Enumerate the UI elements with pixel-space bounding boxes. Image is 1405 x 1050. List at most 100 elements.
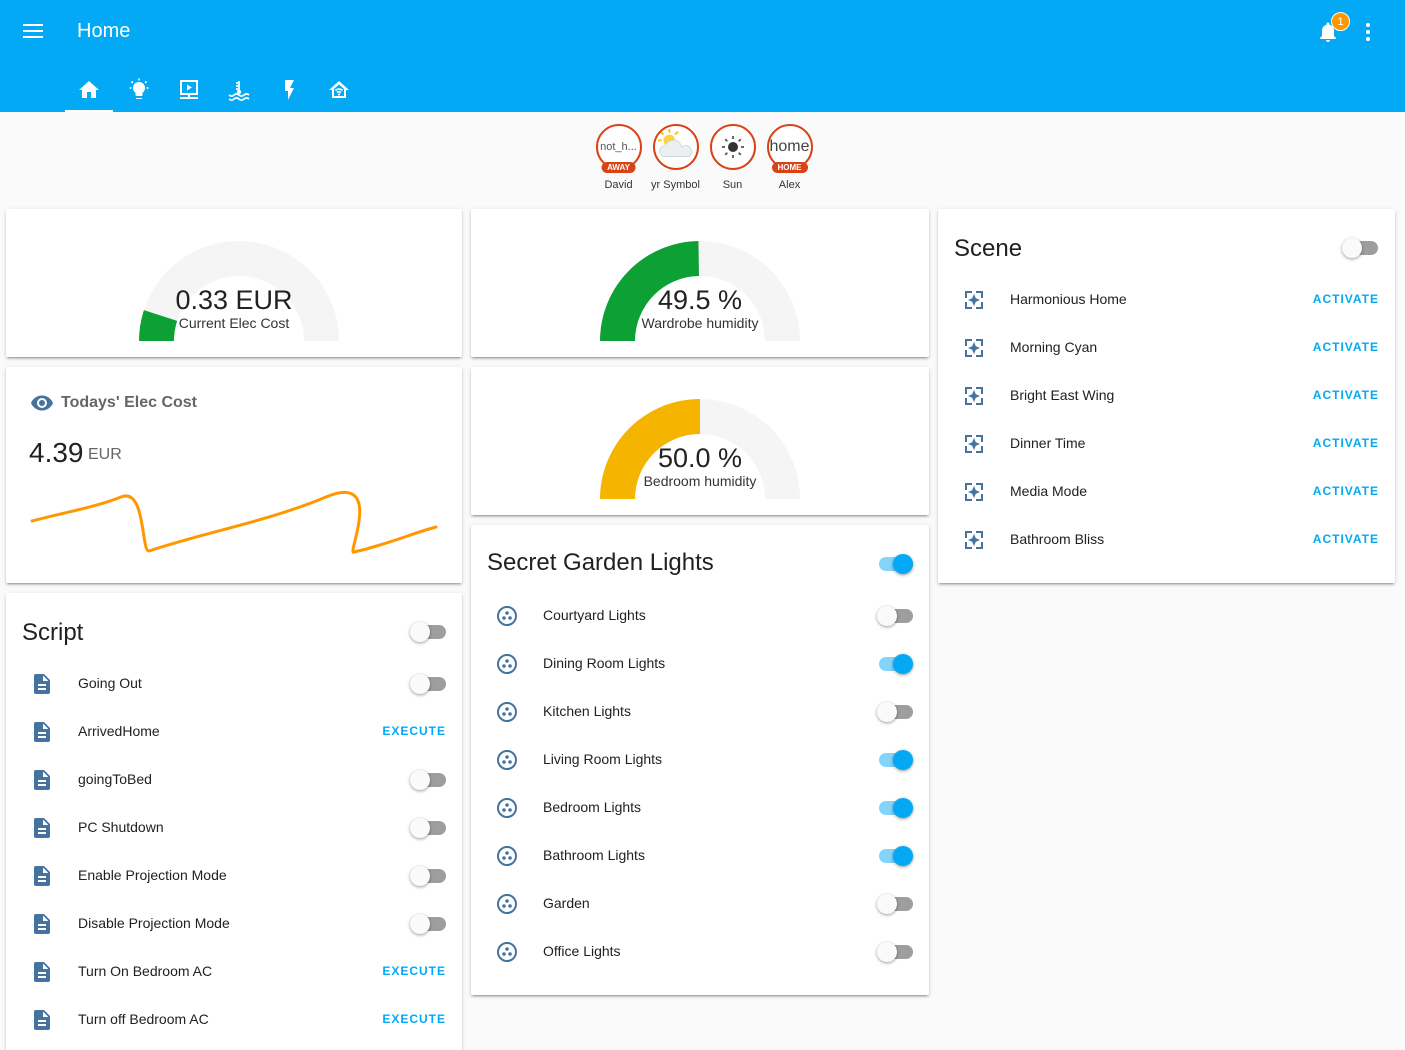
entity-toggle[interactable]	[410, 818, 446, 838]
light-icon	[497, 894, 517, 914]
row-icon	[495, 748, 519, 772]
eye-icon	[31, 395, 53, 411]
list-item: Kitchen Lights	[471, 688, 929, 736]
light-icon	[497, 798, 517, 818]
entity-action-button[interactable]: EXECUTE	[382, 724, 446, 738]
entity-toggle[interactable]	[410, 914, 446, 934]
list-item: Turn off Bedroom AC EXECUTE	[6, 996, 462, 1044]
gauge-value: 0.33 EUR	[175, 285, 293, 315]
entity-toggle[interactable]	[877, 846, 913, 866]
entity-toggle[interactable]	[877, 750, 913, 770]
badge-sun[interactable]: Sun	[704, 124, 761, 191]
script-master-toggle[interactable]	[410, 622, 446, 642]
script-icon	[34, 818, 50, 838]
row-icon	[495, 796, 519, 820]
entity-action-button[interactable]: ACTIVATE	[1313, 292, 1379, 306]
gauge-card-elec-cost[interactable]: 0.33 EUR Current Elec Cost	[6, 209, 462, 357]
page-title: Home	[77, 20, 131, 42]
tab-media[interactable]	[164, 70, 214, 112]
row-icon	[962, 336, 986, 360]
gauge-card-bedroom-humidity[interactable]: 50.0 % Bedroom humidity	[471, 367, 929, 515]
row-icon	[495, 892, 519, 916]
entity-toggle[interactable]	[410, 674, 446, 694]
entity-name: Bedroom Lights	[543, 799, 642, 815]
entity-action-button[interactable]: ACTIVATE	[1313, 484, 1379, 498]
entity-toggle[interactable]	[877, 798, 913, 818]
entity-name: PC Shutdown	[78, 819, 164, 835]
badge-yr-symbol[interactable]: yr Symbol	[647, 124, 704, 191]
entity-name: Bathroom Bliss	[1010, 531, 1105, 547]
row-icon	[962, 480, 986, 504]
more-vert-icon[interactable]	[1356, 20, 1380, 44]
sensor-name: Todays' Elec Cost	[61, 394, 197, 411]
badge-tag: AWAY	[601, 162, 636, 173]
row-icon	[30, 768, 54, 792]
entity-action-button[interactable]: ACTIVATE	[1313, 436, 1379, 450]
tab-automation[interactable]	[314, 70, 364, 112]
entity-name: Morning Cyan	[1010, 339, 1098, 355]
tab-home[interactable]	[64, 70, 114, 112]
row-icon	[495, 844, 519, 868]
gauge-value: 50.0 %	[657, 443, 743, 473]
row-icon	[30, 672, 54, 696]
list-item: Bathroom Lights	[471, 832, 929, 880]
list-item: PC Shutdown	[6, 804, 462, 852]
entity-action-button[interactable]: EXECUTE	[382, 964, 446, 978]
tab-energy[interactable]	[264, 70, 314, 112]
list-item: Turn On Bedroom AC EXECUTE	[6, 948, 462, 996]
gauge-card-wardrobe-humidity[interactable]: 49.5 % Wardrobe humidity	[471, 209, 929, 357]
heating-icon	[228, 81, 250, 102]
tab-heating[interactable]	[214, 70, 264, 112]
list-item: Going Out	[6, 660, 462, 708]
badge-label: Alex	[778, 179, 801, 191]
lights-master-toggle[interactable]	[877, 554, 913, 574]
badge-label: Sun	[722, 179, 743, 191]
row-icon	[30, 816, 54, 840]
list-item: Dinner Time ACTIVATE	[938, 420, 1395, 468]
tab-lights[interactable]	[114, 70, 164, 112]
light-icon	[497, 606, 517, 626]
script-icon	[34, 1010, 50, 1030]
scene-icon	[965, 291, 983, 309]
entity-name: Enable Projection Mode	[78, 867, 227, 883]
script-icon	[34, 914, 50, 934]
entity-toggle[interactable]	[877, 606, 913, 626]
badge-david[interactable]: not_h... AWAY David	[590, 124, 647, 191]
entity-action-button[interactable]: ACTIVATE	[1313, 340, 1379, 354]
gauge-name: Bedroom humidity	[643, 473, 757, 489]
entity-toggle[interactable]	[877, 942, 913, 962]
entity-toggle[interactable]	[877, 654, 913, 674]
entity-name: Office Lights	[543, 943, 621, 959]
row-icon	[30, 1008, 54, 1032]
list-item: Bathroom Bliss ACTIVATE	[938, 516, 1395, 564]
list-item: Disable Projection Mode	[6, 900, 462, 948]
light-icon	[497, 654, 517, 674]
scene-master-toggle[interactable]	[1342, 238, 1378, 258]
entity-action-button[interactable]: ACTIVATE	[1313, 532, 1379, 546]
entity-name: Turn On Bedroom AC	[78, 963, 213, 979]
scene-icon	[965, 387, 983, 405]
list-item: Media Mode ACTIVATE	[938, 468, 1395, 516]
lights-card: Secret Garden Lights Courtyard Lights Din…	[471, 525, 929, 995]
entity-toggle[interactable]	[410, 770, 446, 790]
light-icon	[497, 750, 517, 770]
sensor-history-line	[30, 491, 438, 554]
list-item: Bright East Wing ACTIVATE	[938, 372, 1395, 420]
view-tabs	[64, 70, 364, 112]
gauge-name: Current Elec Cost	[178, 315, 290, 331]
scene-icon	[965, 483, 983, 501]
row-icon	[30, 864, 54, 888]
list-item: Morning Cyan ACTIVATE	[938, 324, 1395, 372]
script-icon	[34, 866, 50, 886]
menu-icon[interactable]	[20, 20, 46, 44]
entity-action-button[interactable]: ACTIVATE	[1313, 388, 1379, 402]
row-icon	[495, 700, 519, 724]
entity-name: goingToBed	[78, 771, 152, 787]
badge-alex[interactable]: home HOME Alex	[761, 124, 818, 191]
entity-toggle[interactable]	[410, 866, 446, 886]
entity-action-button[interactable]: EXECUTE	[382, 1012, 446, 1026]
sensor-card-elec-cost[interactable]: Todays' Elec Cost 4.39 EUR	[6, 367, 462, 583]
entity-toggle[interactable]	[877, 894, 913, 914]
entity-toggle[interactable]	[877, 702, 913, 722]
list-item: Courtyard Lights	[471, 592, 929, 640]
